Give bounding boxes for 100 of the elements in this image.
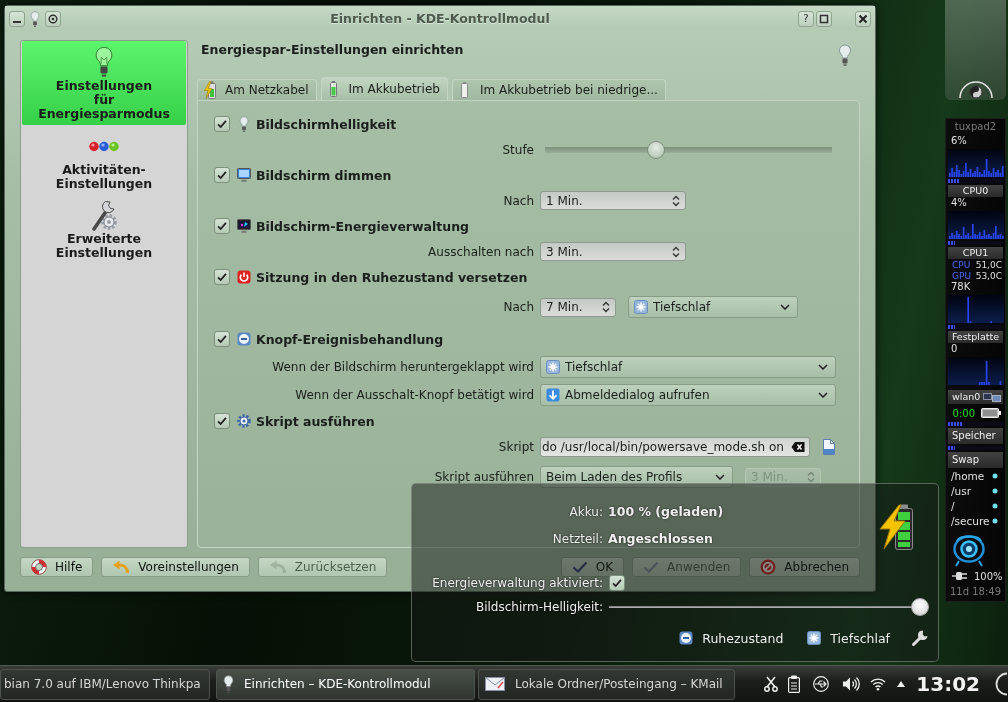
lightbulb-icon bbox=[838, 44, 852, 66]
battery-icon bbox=[981, 408, 1001, 418]
setting-label: Nach bbox=[503, 300, 534, 314]
section-title: Knopf-Ereignisbehandlung bbox=[256, 331, 444, 347]
defaults-button[interactable]: Voreinstellungen bbox=[101, 557, 250, 577]
lightbulb-icon bbox=[30, 10, 40, 27]
minimize-icon bbox=[13, 20, 21, 23]
mount-path: /home bbox=[951, 469, 985, 482]
slider-thumb[interactable] bbox=[911, 598, 929, 616]
sensor-value: 53,0C bbox=[975, 271, 1002, 281]
sensor-label: Swap bbox=[948, 452, 1003, 468]
sensor-label: Speicher bbox=[948, 428, 1003, 444]
minimize-button[interactable] bbox=[9, 10, 25, 27]
section-title: Sitzung in den Ruhezustand versetzen bbox=[256, 269, 528, 285]
scissors-icon[interactable] bbox=[764, 676, 779, 692]
task-button[interactable]: Lokale Ordner/Posteingang – KMail bbox=[478, 668, 735, 700]
spin-box[interactable]: 7 Min. bbox=[540, 297, 616, 317]
snowflake-icon bbox=[634, 300, 648, 314]
lightbulb-icon bbox=[239, 116, 249, 132]
clear-icon[interactable] bbox=[791, 441, 805, 453]
sticky-button[interactable] bbox=[45, 10, 61, 27]
dot-icon bbox=[992, 517, 998, 524]
task-button[interactable]: bian 7.0 auf IBM/Lenovo Thinkpa bbox=[0, 668, 210, 700]
setting-label: Nach bbox=[503, 193, 534, 208]
setting-label: Wenn der Ausschalt-Knopf betätigt wird bbox=[295, 388, 534, 402]
info-label: Netzteil: bbox=[552, 531, 603, 546]
power-icon bbox=[237, 270, 251, 284]
chevron-down-icon bbox=[818, 392, 828, 398]
wifi-icon[interactable] bbox=[870, 677, 887, 691]
slider-thumb[interactable] bbox=[647, 140, 666, 159]
lightbulb-icon bbox=[223, 675, 234, 693]
checkbox[interactable] bbox=[609, 575, 625, 591]
monitor-icon bbox=[237, 168, 251, 182]
dropdown[interactable]: Abmeldedialog aufrufen bbox=[540, 384, 836, 406]
dropdown[interactable]: Beim Laden des Profils bbox=[540, 466, 733, 488]
checkbox[interactable] bbox=[214, 269, 230, 285]
wrench-gear-icon bbox=[91, 199, 117, 231]
close-button[interactable] bbox=[855, 10, 871, 27]
setting-label: Skript ausführen bbox=[434, 470, 534, 484]
ring-icon bbox=[952, 532, 985, 568]
maximize-button[interactable] bbox=[816, 10, 832, 27]
help-button[interactable]: ? bbox=[798, 10, 814, 27]
checkbox[interactable] bbox=[214, 167, 230, 183]
maximize-icon bbox=[819, 13, 829, 24]
dot-circle-icon bbox=[48, 13, 58, 24]
sensor-name: CPU bbox=[952, 260, 971, 270]
wrench-icon[interactable] bbox=[911, 629, 929, 647]
sidebar-item[interactable]: Aktivitäten- Einstellungen bbox=[22, 125, 186, 196]
setting-label: Wenn der Bildschirm heruntergeklappt wird bbox=[272, 360, 534, 374]
ok-button[interactable]: OK bbox=[560, 557, 625, 577]
usage-reading: 6% bbox=[950, 135, 968, 147]
lightbulb-icon bbox=[94, 46, 114, 77]
gear-icon bbox=[237, 414, 251, 428]
mount-path: /usr bbox=[951, 484, 971, 497]
volume-icon[interactable] bbox=[842, 676, 861, 692]
battery-icon bbox=[461, 82, 469, 98]
check-icon bbox=[571, 561, 588, 573]
task-button[interactable]: Einrichten – KDE-Kontrollmodul bbox=[216, 668, 475, 700]
close-icon bbox=[858, 13, 868, 24]
battery-icon bbox=[330, 81, 337, 97]
sleep-button[interactable]: Ruhezustand bbox=[676, 630, 787, 646]
sidebar-item[interactable]: Erweiterte Einstellungen bbox=[22, 196, 186, 264]
sidebar-item[interactable]: Einstellungen für Energiesparmodus bbox=[22, 41, 186, 125]
chevron-down-icon bbox=[715, 474, 725, 480]
info-value: 100 % (geladen) bbox=[608, 504, 724, 519]
checkbox[interactable] bbox=[214, 218, 230, 234]
half-circle-icon bbox=[957, 79, 994, 99]
dropdown[interactable]: Tiefschlaf bbox=[540, 356, 836, 378]
cpu-history-drawing bbox=[948, 149, 1004, 177]
spin-arrows-icon bbox=[672, 194, 680, 207]
spin-arrows-icon bbox=[672, 245, 680, 258]
document-icon[interactable] bbox=[822, 439, 836, 455]
checkbox[interactable] bbox=[214, 116, 230, 132]
section-title: Bildschirm-Energieverwaltung bbox=[256, 218, 470, 234]
dropdown[interactable]: Tiefschlaf bbox=[628, 296, 798, 318]
usage-reading: 0 bbox=[950, 343, 959, 355]
up-arrow-icon[interactable] bbox=[896, 680, 907, 688]
sensor-value: 51,0C bbox=[975, 260, 1002, 270]
tab[interactable]: Am Netzkabel bbox=[197, 79, 317, 100]
clock[interactable]: 13:02 bbox=[916, 672, 980, 696]
setting-label: Skript bbox=[498, 440, 534, 454]
spin-box[interactable]: 1 Min. bbox=[540, 191, 686, 210]
disk-activity-drawing bbox=[948, 295, 1004, 323]
setting-label: Ausschalten nach bbox=[428, 244, 534, 259]
chevron-down-icon bbox=[780, 304, 790, 310]
checkbox[interactable] bbox=[214, 413, 230, 429]
text-field[interactable]: do /usr/local/bin/powersave_mode.sh on bbox=[540, 437, 810, 457]
usage-reading: 4% bbox=[950, 197, 968, 209]
checkbox[interactable] bbox=[214, 331, 230, 347]
snowflake-icon bbox=[807, 631, 822, 645]
clipboard-icon[interactable] bbox=[788, 675, 801, 693]
spin-box[interactable]: 3 Min. bbox=[540, 242, 686, 261]
cancel-button[interactable]: Abbrechen bbox=[749, 557, 860, 577]
section-title: Skript ausführen bbox=[256, 413, 375, 429]
tab[interactable]: Im Akkubetrieb bbox=[320, 77, 448, 100]
sensor-label: CPU1 bbox=[948, 247, 1003, 259]
tab[interactable]: Im Akkubetrieb bei niedrige... bbox=[451, 79, 666, 100]
network-activity-drawing bbox=[948, 357, 1004, 385]
help-button[interactable]: Hilfe bbox=[20, 557, 94, 577]
sleep-button[interactable]: Tiefschlaf bbox=[804, 630, 893, 646]
